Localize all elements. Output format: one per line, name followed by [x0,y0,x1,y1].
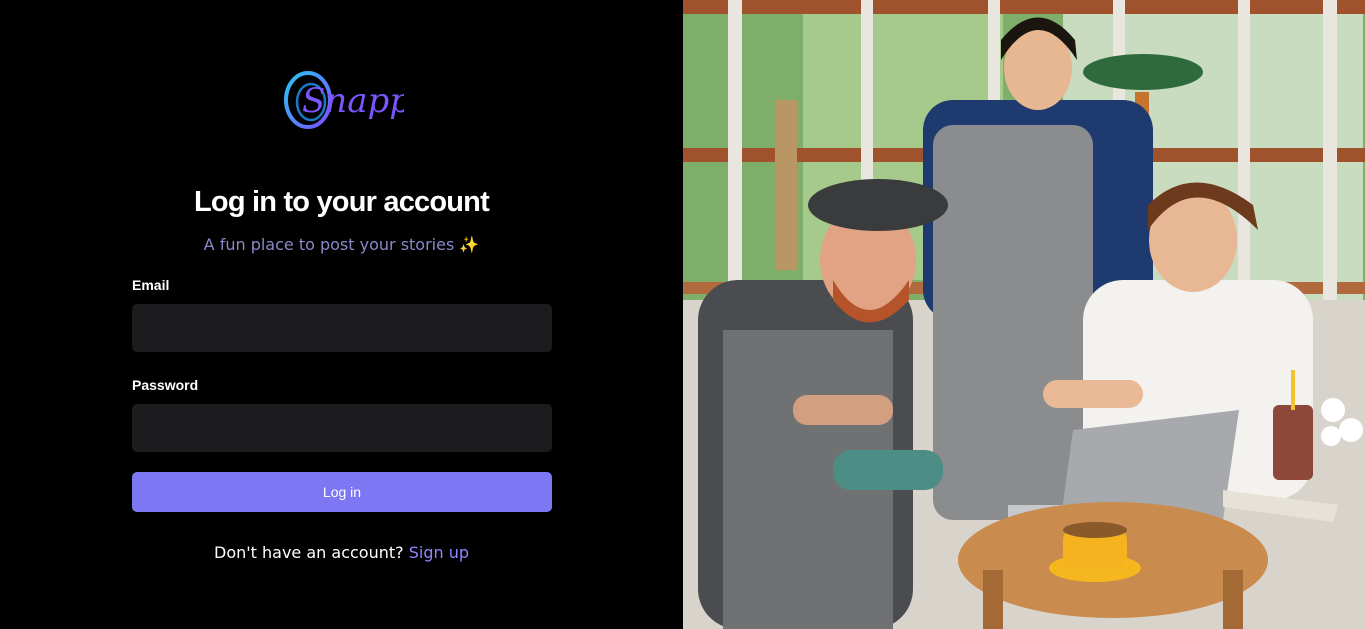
password-label: Password [132,377,199,393]
signup-prompt: Don't have an account? [214,543,404,562]
hero-photo [683,0,1365,629]
signup-link[interactable]: Sign up [409,543,469,562]
sparkles-icon: ✨ [459,235,480,254]
page-title: Log in to your account [194,186,490,218]
snappy-logo: Snappy [282,68,404,132]
page-subtitle: A fun place to post your stories ✨ [0,235,683,254]
login-panel: Snappy Log in to your account A fun plac… [0,0,683,629]
email-label: Email [132,277,170,293]
photo-people-at-cafe-icon [683,0,1365,629]
password-field[interactable] [132,404,552,452]
signup-row: Don't have an account? Sign up [0,543,683,562]
email-field[interactable] [132,304,552,352]
login-button[interactable]: Log in [132,472,552,512]
login-page: Snappy Log in to your account A fun plac… [0,0,1365,629]
logo-text: Snappy [302,81,404,121]
subtitle-text: A fun place to post your stories [203,235,455,254]
